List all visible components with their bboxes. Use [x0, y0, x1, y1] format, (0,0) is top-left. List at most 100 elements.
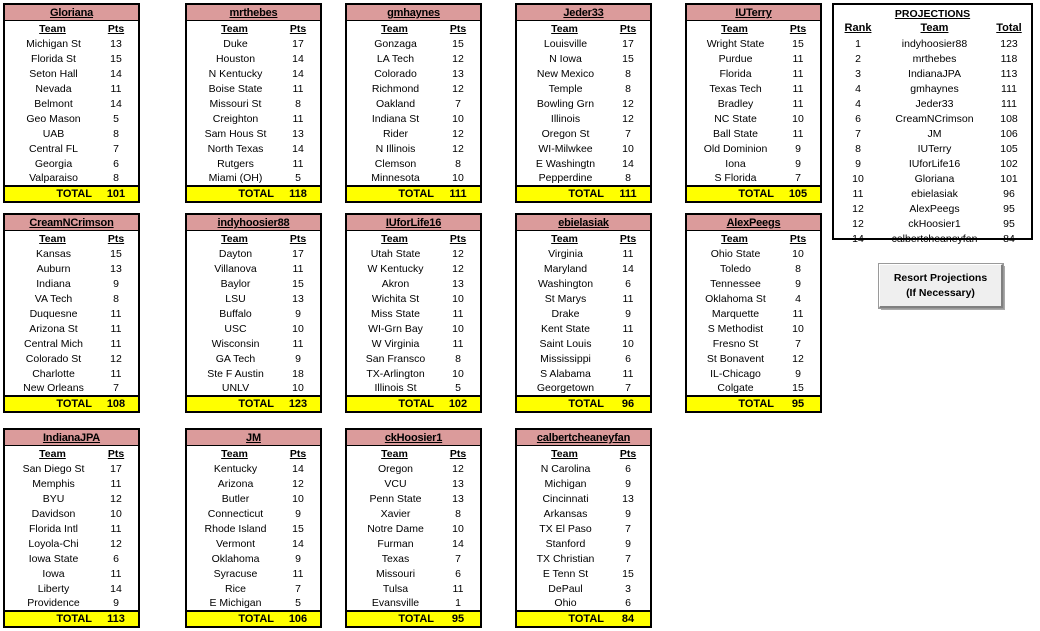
- team-name-cell: North Texas: [207, 142, 264, 155]
- team-points-cell: 5: [442, 381, 480, 397]
- team-name-cell: Memphis: [32, 477, 75, 490]
- team-name-cell: Georgia: [34, 157, 73, 170]
- team-points-cell: 14: [292, 537, 304, 550]
- table-row: Cincinnati 13: [517, 491, 650, 506]
- roster-header-row: Team Pts: [347, 21, 480, 36]
- team-points-cell: 13: [452, 277, 464, 290]
- table-row: S Alabama 11: [517, 366, 650, 381]
- team-points-cell: 13: [110, 262, 122, 275]
- table-row: Illinois 12: [517, 111, 650, 126]
- team-points-cell: 10: [442, 171, 480, 187]
- team-name-cell: Pepperdine: [517, 171, 612, 187]
- roster-header-row: Team Pts: [517, 21, 650, 36]
- team-name-cell: E Tenn St: [542, 567, 589, 580]
- table-row: Vermont 14: [187, 536, 320, 551]
- table-row: Tulsa 11: [347, 581, 480, 596]
- table-row: DePaul 3: [517, 581, 650, 596]
- roster-owner-header: JM: [187, 430, 320, 446]
- team-points-cell: 10: [452, 112, 464, 125]
- team-points-cell: 11: [452, 582, 464, 595]
- column-header-team: Team: [920, 22, 949, 34]
- table-row: W Virginia 11: [347, 336, 480, 351]
- team-points-cell: 15: [452, 37, 464, 50]
- table-row: Houston 14: [187, 51, 320, 66]
- team-points-cell: 10: [110, 507, 122, 520]
- team-points-cell: 11: [110, 367, 122, 380]
- roster-table: Team Pts Kansas 15 Auburn 13 Indiana 9 VA Tech 8 D…: [5, 231, 138, 411]
- projections-row: 4 Jeder33 111: [834, 96, 1031, 111]
- resort-button-line1: Resort Projections: [893, 271, 988, 284]
- projection-team: calbertcheaneyfan: [891, 232, 978, 245]
- team-points-cell: 17: [110, 462, 122, 475]
- total-value: 102: [448, 398, 468, 410]
- roster-owner-header: ebielasiak: [517, 215, 650, 231]
- projection-total: 84: [1003, 232, 1015, 245]
- team-name-cell: Florida St: [31, 52, 76, 65]
- roster-card: ckHoosier1 Team Pts Oregon 12 VCU 13 Penn State…: [345, 428, 482, 628]
- roster-total-row: TOTAL 113: [5, 611, 138, 626]
- table-row: Syracuse 11: [187, 566, 320, 581]
- projection-total: 101: [1000, 172, 1018, 185]
- projections-row: 14 calbertcheaneyfan 84: [834, 231, 1031, 246]
- team-points-cell: 11: [452, 337, 464, 350]
- team-name-cell: Illinois: [550, 112, 581, 125]
- team-name-cell: W Virginia: [371, 337, 420, 350]
- team-name-cell: Davidson: [31, 507, 76, 520]
- team-name-cell: Baylor: [220, 277, 251, 290]
- team-points-cell: 13: [292, 127, 304, 140]
- total-label: TOTAL: [238, 398, 274, 410]
- roster-owner-header: IUTerry: [687, 5, 820, 21]
- team-points-cell: 11: [110, 477, 122, 490]
- team-name-cell: Mississippi: [540, 352, 591, 365]
- column-header-team: Team: [551, 22, 578, 35]
- roster-owner-header: gmhaynes: [347, 5, 480, 21]
- team-name-cell: Arizona St: [29, 322, 78, 335]
- team-points-cell: 11: [292, 112, 304, 125]
- team-name-cell: VA Tech: [34, 292, 73, 305]
- team-name-cell: Kentucky: [213, 462, 258, 475]
- team-name-cell: Rutgers: [217, 157, 254, 170]
- column-header-team: Team: [381, 447, 408, 460]
- column-header-team: Team: [381, 22, 408, 35]
- projections-row: 12 ckHoosier1 95: [834, 216, 1031, 231]
- team-name-cell: Evansville: [347, 596, 442, 612]
- team-name-cell: Colorado: [374, 67, 417, 80]
- roster-card: IUforLife16 Team Pts Utah State 12 W Kentucky…: [345, 213, 482, 413]
- team-name-cell: Kent State: [540, 322, 591, 335]
- team-name-cell: Colgate: [687, 381, 782, 397]
- roster-owner-header: mrthebes: [187, 5, 320, 21]
- team-points-cell: 12: [622, 97, 634, 110]
- team-points-cell: 8: [113, 292, 119, 305]
- team-points-cell: 7: [455, 97, 461, 110]
- team-points-cell: 9: [295, 307, 301, 320]
- total-label: TOTAL: [738, 398, 774, 410]
- team-points-cell: 17: [292, 247, 304, 260]
- team-points-cell: 15: [622, 567, 634, 580]
- team-points-cell: 12: [452, 127, 464, 140]
- team-points-cell: 8: [455, 352, 461, 365]
- projection-rank: 7: [855, 127, 861, 140]
- table-row: NC State 10: [687, 111, 820, 126]
- column-header-team: Team: [221, 232, 248, 245]
- resort-projections-button[interactable]: Resort Projections (If Necessary): [878, 263, 1004, 309]
- team-name-cell: WI-Grn Bay: [368, 322, 423, 335]
- team-points-cell: 7: [295, 582, 301, 595]
- team-name-cell: Saint Louis: [539, 337, 592, 350]
- roster-table: Team Pts N Carolina 6 Michigan 9 Cincinnati 13 A…: [517, 446, 650, 626]
- table-row: Indiana 9: [5, 276, 138, 291]
- team-name-cell: UNLV: [187, 381, 282, 397]
- table-row: Memphis 11: [5, 476, 138, 491]
- team-name-cell: Bowling Grn: [536, 97, 595, 110]
- roster-owner-header: IUforLife16: [347, 215, 480, 231]
- projection-rank: 8: [855, 142, 861, 155]
- table-row: Akron 13: [347, 276, 480, 291]
- team-name-cell: Oregon: [377, 462, 414, 475]
- table-row: Duke 17: [187, 36, 320, 51]
- team-name-cell: Florida: [719, 67, 752, 80]
- table-row: TX El Paso 7: [517, 521, 650, 536]
- team-name-cell: S Florida: [687, 171, 782, 187]
- team-name-cell: Creighton: [212, 112, 259, 125]
- roster-table: Team Pts Dayton 17 Villanova 11 Baylor 15 LSU 13 B…: [187, 231, 320, 411]
- table-row: Penn State 13: [347, 491, 480, 506]
- team-name-cell: San Fransco: [365, 352, 426, 365]
